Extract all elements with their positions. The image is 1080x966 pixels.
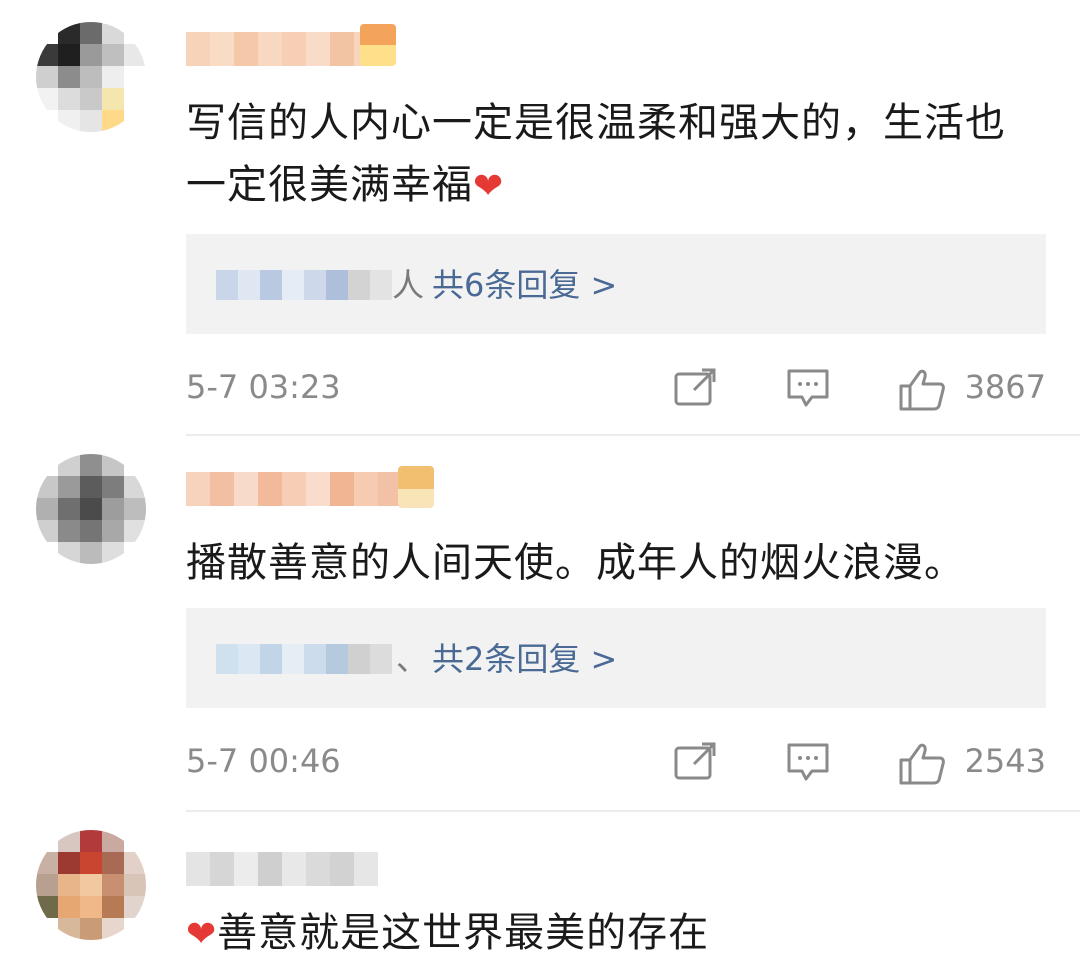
- timestamp: 5-7 00:46: [186, 742, 341, 780]
- comment-3: ❤善意就是这世界最美的存在: [0, 812, 1080, 964]
- comment-icon[interactable]: [786, 742, 830, 788]
- reply-preview[interactable]: 人 共6条回复 >: [186, 234, 1046, 334]
- comment-2: 播散善意的人间天使。成年人的烟火浪漫。 、 共2条回复 > 5-7 00:46 …: [0, 436, 1080, 812]
- user-badge-icon: [360, 24, 396, 66]
- comment-icon[interactable]: [786, 368, 830, 414]
- like-count: 3867: [964, 368, 1046, 406]
- thumbs-up-icon[interactable]: [898, 742, 946, 790]
- avatar[interactable]: [36, 454, 146, 564]
- repost-icon[interactable]: [674, 742, 718, 786]
- comment-meta: 5-7 00:46 2543: [186, 734, 1046, 790]
- like-count: 2543: [964, 742, 1046, 780]
- username-blurred[interactable]: [186, 472, 402, 506]
- repost-icon[interactable]: [674, 368, 718, 412]
- username-blurred[interactable]: [186, 32, 378, 66]
- reply-users-tail: 人: [392, 266, 425, 304]
- reply-users-blurred: [216, 644, 392, 674]
- username-blurred[interactable]: [186, 852, 378, 886]
- reply-users-tail: 、: [396, 640, 429, 678]
- reply-users-blurred: [216, 270, 392, 300]
- view-replies-link[interactable]: 共6条回复 >: [432, 260, 617, 306]
- heart-emoji: ❤: [473, 166, 505, 207]
- view-replies-link[interactable]: 共2条回复 >: [432, 634, 617, 680]
- user-badge-icon: [398, 466, 434, 508]
- comment-text: 写信的人内心一定是很温柔和强大的，生活也一定很美满幸福❤: [186, 100, 1006, 208]
- heart-emoji: ❤: [186, 914, 218, 955]
- comment-meta: 5-7 03:23 3867: [186, 360, 1046, 416]
- comment-1: 写信的人内心一定是很温柔和强大的，生活也一定很美满幸福❤ 人 共6条回复 > 5…: [0, 0, 1080, 436]
- avatar[interactable]: [36, 22, 146, 132]
- comment-text: ❤善意就是这世界最美的存在: [186, 910, 710, 956]
- avatar[interactable]: [36, 830, 146, 940]
- timestamp: 5-7 03:23: [186, 368, 341, 406]
- comment-text: 播散善意的人间天使。成年人的烟火浪漫。: [186, 540, 965, 586]
- reply-preview[interactable]: 、 共2条回复 >: [186, 608, 1046, 708]
- thumbs-up-icon[interactable]: [898, 368, 946, 416]
